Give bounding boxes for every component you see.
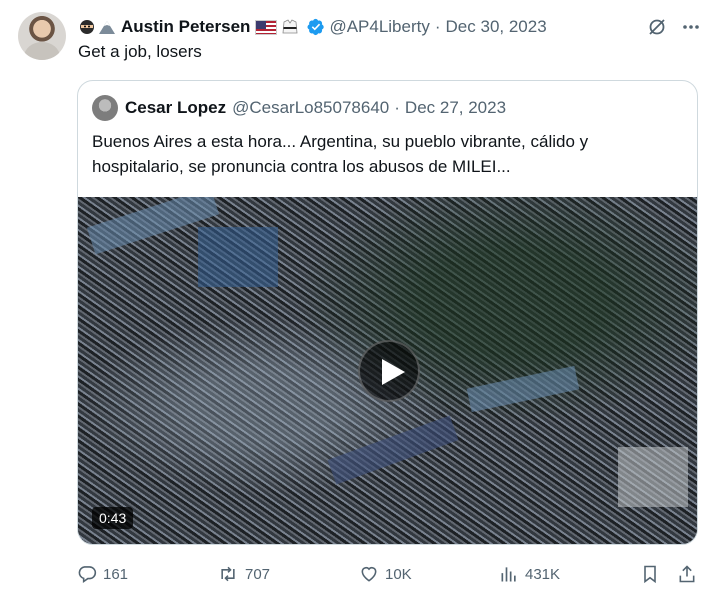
more-icon[interactable] bbox=[681, 17, 701, 37]
quoted-author-name: Cesar Lopez bbox=[125, 98, 227, 117]
views-icon bbox=[501, 567, 516, 582]
martial-arts-uniform-icon bbox=[282, 19, 298, 34]
tweet-actions-bar: 161 707 10K 431K bbox=[77, 561, 699, 587]
quoted-author-handle: @CesarLo85078640 bbox=[232, 98, 390, 117]
bookmark-button[interactable] bbox=[640, 564, 660, 584]
author-handle[interactable]: @AP4Liberty bbox=[329, 17, 429, 37]
like-count: 10K bbox=[385, 565, 412, 583]
tweet-text: Get a job, losers bbox=[78, 42, 202, 61]
reply-count: 161 bbox=[103, 565, 129, 583]
tweet-header: Austin Petersen @AP4Liberty · Dec 30, 20… bbox=[78, 15, 701, 39]
repost-button[interactable]: 707 bbox=[217, 564, 270, 584]
views-count: 431K bbox=[525, 565, 561, 583]
share-icon bbox=[679, 565, 695, 583]
tweet-date[interactable]: Dec 30, 2023 bbox=[446, 17, 547, 37]
reply-button[interactable]: 161 bbox=[77, 564, 128, 584]
ninja-emoji-icon bbox=[80, 20, 94, 34]
quoted-tweet-date: Dec 27, 2023 bbox=[404, 98, 507, 117]
mountain-emoji-icon bbox=[99, 21, 115, 34]
separator-dot: · bbox=[434, 17, 441, 36]
verified-badge-icon bbox=[307, 18, 325, 36]
video-duration: 0:43 bbox=[92, 507, 134, 529]
quoted-tweet-card[interactable]: Cesar Lopez @CesarLo85078640 · Dec 27, 2… bbox=[77, 80, 698, 545]
like-icon bbox=[361, 566, 377, 582]
repost-count: 707 bbox=[245, 565, 271, 583]
quoted-tweet-header: Cesar Lopez @CesarLo85078640 · Dec 27, 2… bbox=[92, 95, 506, 121]
repost-icon bbox=[221, 566, 235, 582]
author-avatar[interactable] bbox=[18, 12, 66, 60]
like-button[interactable]: 10K bbox=[359, 564, 412, 584]
reply-icon bbox=[78, 566, 97, 584]
header-actions bbox=[647, 17, 701, 37]
video-player[interactable]: 0:43 bbox=[78, 197, 697, 544]
views-button[interactable]: 431K bbox=[499, 564, 560, 584]
bookmark-icon bbox=[644, 565, 656, 584]
us-flag-icon bbox=[255, 19, 278, 35]
quoted-author-avatar bbox=[92, 95, 118, 121]
quoted-tweet-text: Buenos Aires a esta hora... Argentina, s… bbox=[92, 132, 589, 176]
quoted-separator-dot: · bbox=[394, 98, 400, 117]
play-button[interactable] bbox=[358, 340, 420, 402]
avatar-figure bbox=[24, 42, 60, 60]
grok-icon[interactable] bbox=[647, 17, 667, 37]
play-icon bbox=[382, 359, 405, 385]
author-name[interactable]: Austin Petersen bbox=[121, 17, 250, 37]
share-button[interactable] bbox=[677, 564, 697, 584]
